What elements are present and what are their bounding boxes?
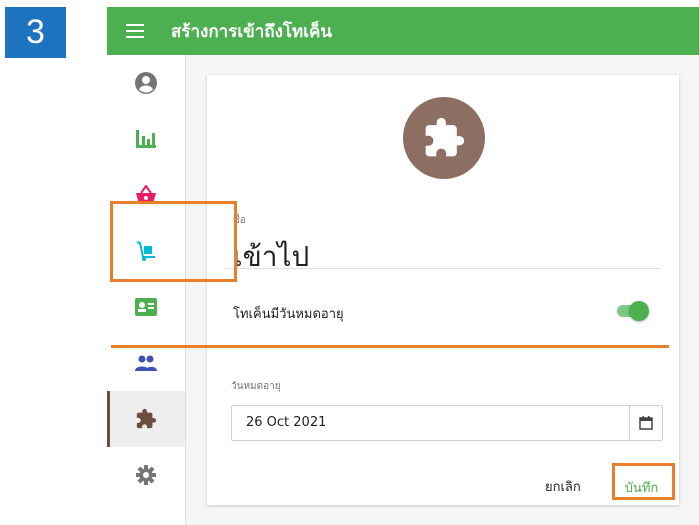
integration-avatar: [403, 97, 485, 179]
token-form-card: ชื่อ เข้าไป โทเค็นมีวันหมดอายุ วันหมดอาย…: [207, 75, 679, 505]
puzzle-icon: [425, 117, 465, 157]
menu-button[interactable]: [107, 7, 163, 55]
puzzle-icon: [136, 408, 157, 429]
cancel-button[interactable]: ยกเลิก: [545, 476, 581, 502]
page-title: สร้างการเข้าถึงโทเค็น: [171, 21, 333, 42]
sidebar: [107, 55, 186, 525]
gear-icon: [136, 465, 156, 485]
sidebar-item-users[interactable]: [107, 335, 185, 391]
expiry-toggle-label: โทเค็นมีวันหมดอายุ: [233, 307, 344, 322]
sidebar-item-settings[interactable]: [107, 447, 185, 503]
expiry-date-value: 26 Oct 2021: [246, 415, 327, 430]
toggle-thumb: [629, 301, 649, 321]
step-number-badge: 3: [5, 7, 66, 58]
name-highlight-box: [110, 201, 237, 282]
expiry-toggle[interactable]: [615, 301, 649, 321]
app-bar: สร้างการเข้าถึงโทเค็น: [107, 7, 699, 55]
bar-chart-icon: [136, 130, 156, 148]
sidebar-item-integrations[interactable]: [107, 391, 185, 447]
calendar-icon: [639, 416, 653, 430]
contact-card-icon: [135, 298, 157, 316]
account-circle-icon: [135, 72, 157, 94]
expiry-date-label: วันหมดอายุ: [231, 381, 281, 392]
hamburger-menu-icon: [126, 24, 144, 38]
calendar-button[interactable]: [629, 406, 662, 440]
name-underline: [225, 268, 661, 269]
sidebar-item-dashboard[interactable]: [107, 111, 185, 167]
expiry-date-input[interactable]: 26 Oct 2021: [231, 405, 663, 441]
name-field[interactable]: ชื่อ เข้าไป: [225, 199, 661, 273]
sidebar-item-account[interactable]: [107, 55, 185, 111]
name-input-value[interactable]: เข้าไป: [233, 235, 309, 279]
people-icon: [135, 355, 157, 371]
toggle-highlight-underline: [111, 345, 669, 348]
expiry-toggle-row: โทเค็นมีวันหมดอายุ: [225, 293, 661, 331]
save-highlight-box: [612, 463, 675, 500]
sidebar-item-contacts[interactable]: [107, 279, 185, 335]
